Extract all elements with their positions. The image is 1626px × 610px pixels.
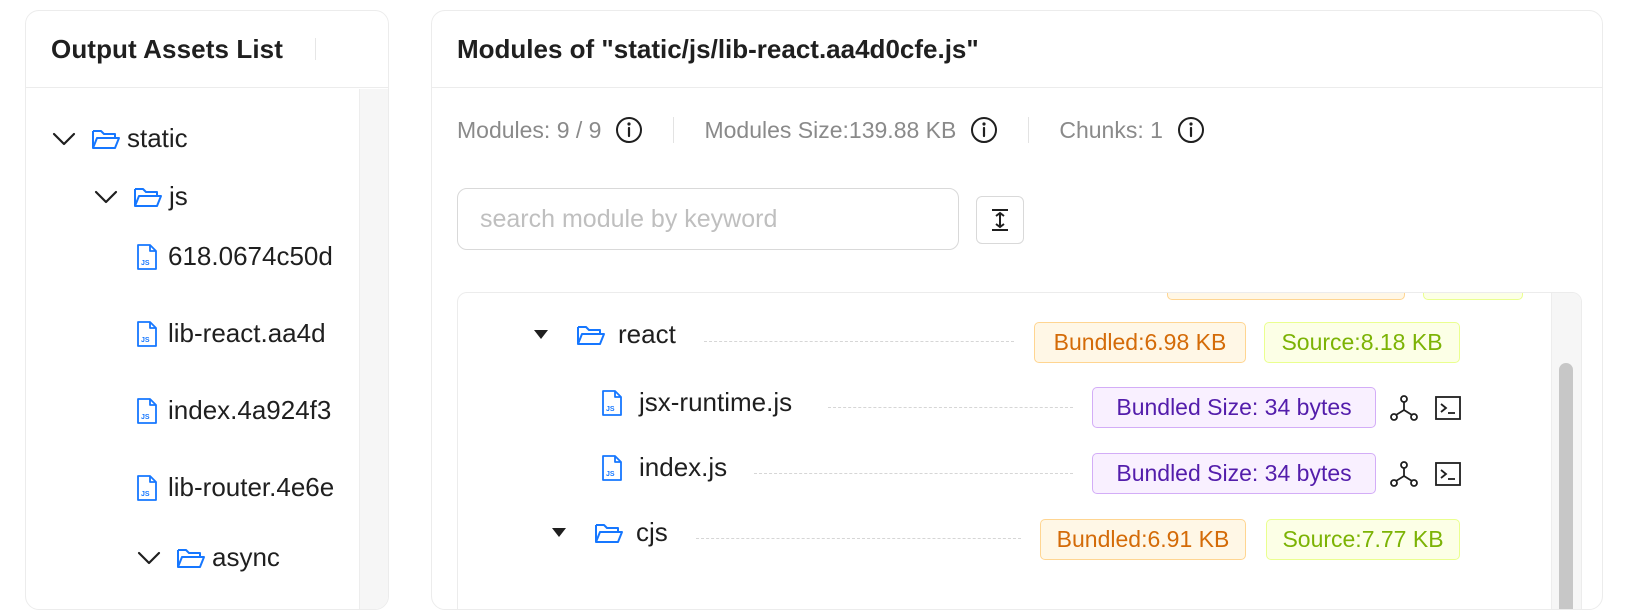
modules-panel: Modules of "static/js/lib-react.aa4d0cfe… (431, 10, 1603, 610)
asset-tree: static js JS 618.0674c50d JS lib-react.a… (26, 89, 359, 609)
module-file-label: index.js (639, 452, 728, 482)
module-folder-react[interactable]: react (534, 319, 676, 350)
tag-bundled-size: Bundled Size: 34 bytes (1092, 453, 1376, 494)
expand-all-button[interactable] (976, 196, 1024, 244)
chevron-down-icon[interactable] (93, 184, 119, 210)
tree-folder-label: js (169, 181, 188, 211)
stat-divider (1028, 117, 1030, 143)
dotted-leader (828, 407, 1073, 408)
terminal-icon[interactable] (1433, 459, 1463, 489)
tag-source: Source:8.18 KB (1264, 322, 1460, 363)
module-file-label: jsx-runtime.js (639, 387, 793, 417)
info-icon[interactable] (615, 116, 643, 144)
module-graph-icon[interactable] (1389, 393, 1419, 423)
module-folder-cjs[interactable]: cjs (552, 517, 668, 548)
stat-modules: Modules: 9 / 9 (457, 116, 643, 144)
dotted-leader (704, 341, 1014, 342)
module-tree: react Bundled:6.98 KB Source:8.18 KB JS … (457, 292, 1582, 609)
stat-chunks: Chunks: 1 (1059, 116, 1205, 144)
stat-chunks-label: Chunks: 1 (1059, 116, 1163, 143)
header-divider (314, 38, 316, 60)
tag-bundled-size: Bundled Size: 34 bytes (1092, 387, 1376, 428)
tree-file-item[interactable]: JS index.4a924f3 (136, 395, 331, 426)
tree-file-item[interactable]: JS lib-react.aa4d (136, 318, 326, 349)
tree-file-item[interactable]: JS 618.0674c50d (136, 241, 333, 272)
js-file-icon: JS (137, 320, 157, 347)
tree-folder-static[interactable]: static (51, 123, 188, 154)
expand-vertical-icon (992, 209, 1008, 231)
svg-text:JS: JS (141, 414, 150, 421)
info-icon[interactable] (970, 116, 998, 144)
folder-open-icon (92, 129, 120, 149)
search-module-input[interactable] (457, 188, 959, 250)
chevron-down-icon[interactable] (51, 126, 77, 152)
scrollbar-thumb[interactable] (1559, 363, 1573, 609)
dotted-leader (696, 538, 1021, 539)
js-file-icon: JS (137, 397, 157, 424)
terminal-icon[interactable] (1433, 393, 1463, 423)
folder-open-icon (595, 523, 623, 543)
svg-text:JS: JS (606, 406, 615, 413)
js-file-icon: JS (602, 389, 622, 416)
info-icon[interactable] (1177, 116, 1205, 144)
caret-down-icon[interactable] (534, 330, 548, 339)
modules-header: Modules of "static/js/lib-react.aa4d0cfe… (432, 11, 1602, 88)
svg-text:JS: JS (141, 491, 150, 498)
dotted-leader (754, 473, 1073, 474)
output-assets-title: Output Assets List (51, 33, 283, 64)
tree-file-label: lib-react.aa4d (168, 318, 326, 348)
tree-folder-label: async (212, 542, 280, 572)
modules-title: Modules of "static/js/lib-react.aa4d0cfe… (457, 33, 979, 64)
module-folder-label: cjs (636, 517, 668, 547)
folder-open-icon (177, 548, 205, 568)
js-file-icon: JS (137, 243, 157, 270)
output-assets-header: Output Assets List (26, 11, 388, 88)
stat-divider (673, 117, 675, 143)
tree-folder-js[interactable]: js (93, 181, 188, 212)
module-file-jsx-runtime[interactable]: JS jsx-runtime.js (601, 387, 792, 418)
svg-text:JS: JS (141, 260, 150, 267)
module-tree-scrollbar[interactable] (1551, 293, 1581, 609)
tag-source-partial (1423, 293, 1523, 300)
tree-file-item[interactable]: JS lib-router.4e6e (136, 472, 334, 503)
folder-open-icon (134, 187, 162, 207)
tag-bundled: Bundled:6.98 KB (1034, 322, 1246, 363)
svg-text:JS: JS (606, 471, 615, 478)
module-graph-icon[interactable] (1389, 459, 1419, 489)
js-file-icon: JS (137, 474, 157, 501)
tag-source: Source:7.77 KB (1266, 519, 1460, 560)
tree-folder-label: static (127, 123, 188, 153)
tree-file-label: index.4a924f3 (168, 395, 332, 425)
tree-folder-async[interactable]: async (136, 542, 280, 573)
tag-bundled: Bundled:6.91 KB (1040, 519, 1246, 560)
folder-open-icon (577, 325, 605, 345)
asset-tree-scrollbar[interactable] (359, 89, 388, 609)
stat-modules-size: Modules Size:139.88 KB (704, 116, 998, 144)
tree-file-label: 618.0674c50d (168, 241, 333, 271)
js-file-icon: JS (602, 454, 622, 481)
stat-modules-label: Modules: 9 / 9 (457, 116, 602, 143)
modules-stats: Modules: 9 / 9 Modules Size:139.88 KB Ch… (457, 116, 1205, 144)
svg-text:JS: JS (141, 337, 150, 344)
module-folder-label: react (618, 319, 676, 349)
output-assets-panel: Output Assets List static js JS 618.0674… (25, 10, 389, 610)
tag-bundled-partial (1167, 293, 1405, 300)
chevron-down-icon[interactable] (136, 545, 162, 571)
tree-file-label: lib-router.4e6e (168, 472, 335, 502)
caret-down-icon[interactable] (552, 528, 566, 537)
module-file-index[interactable]: JS index.js (601, 452, 727, 483)
stat-modules-size-label: Modules Size:139.88 KB (704, 116, 957, 143)
